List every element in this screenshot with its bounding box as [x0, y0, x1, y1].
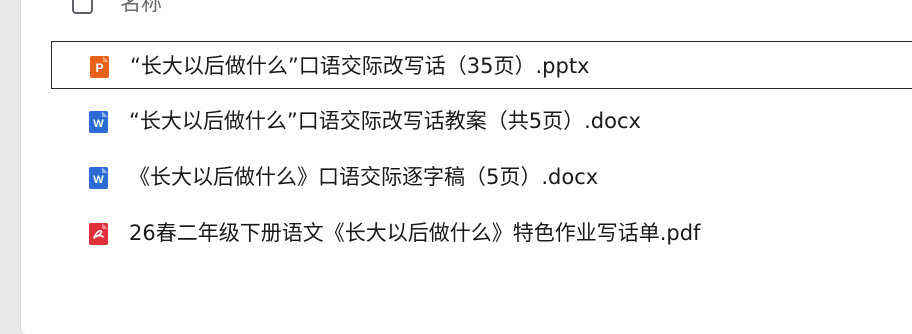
select-all-checkbox[interactable] [72, 0, 93, 14]
svg-text:W: W [93, 118, 104, 130]
name-column-header[interactable]: 名称 [120, 0, 162, 16]
svg-text:W: W [93, 174, 104, 186]
file-name[interactable]: 《长大以后做什么》口语交际逐字稿（5页）.docx [129, 164, 598, 190]
svg-text:P: P [95, 61, 103, 75]
file-name[interactable]: “长大以后做什么”口语交际改写话教案（共5页）.docx [129, 108, 641, 134]
file-list-panel: 名称 P “长大以后做什么”口语交际改写话（35页）.pptx W “长大以后做… [20, 0, 912, 334]
file-row-docx-lesson-plan[interactable]: W “长大以后做什么”口语交际改写话教案（共5页）.docx [51, 97, 912, 145]
file-row-pdf[interactable]: 26春二年级下册语文《长大以后做什么》特色作业写话单.pdf [51, 209, 912, 257]
pdf-file-icon [89, 223, 108, 245]
powerpoint-file-icon: P [90, 56, 109, 78]
word-file-icon: W [89, 167, 108, 189]
word-file-icon: W [89, 111, 108, 133]
column-header-row: 名称 [21, 0, 912, 22]
file-name[interactable]: 26春二年级下册语文《长大以后做什么》特色作业写话单.pdf [129, 220, 700, 246]
file-row-docx-transcript[interactable]: W 《长大以后做什么》口语交际逐字稿（5页）.docx [51, 153, 912, 201]
file-row-pptx[interactable]: P “长大以后做什么”口语交际改写话（35页）.pptx [51, 41, 912, 89]
file-name[interactable]: “长大以后做什么”口语交际改写话（35页）.pptx [130, 53, 589, 79]
